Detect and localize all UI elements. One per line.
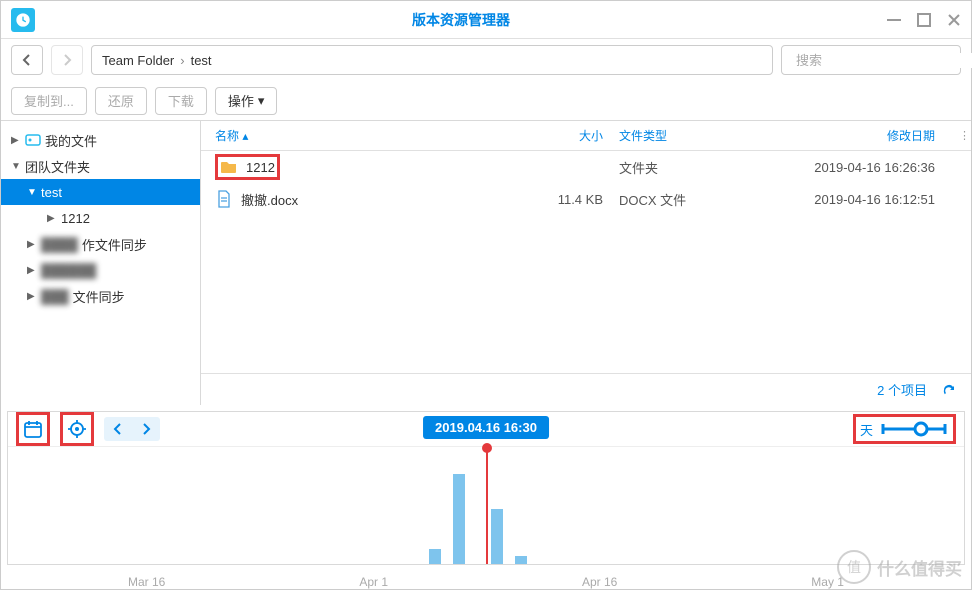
col-name[interactable]: 名称 ▴ — [201, 127, 535, 144]
timeline-current: 2019.04.16 16:30 — [423, 416, 549, 439]
zoom-label: 天 — [860, 420, 873, 439]
crumb-0[interactable]: Team Folder — [102, 53, 174, 68]
col-size[interactable]: 大小 — [535, 127, 611, 144]
tree-team-folder[interactable]: ▼ 团队文件夹 — [1, 153, 200, 179]
copy-to-button[interactable]: 复制到... — [11, 87, 87, 115]
breadcrumb[interactable]: Team Folder › test — [91, 45, 773, 75]
close-button[interactable] — [947, 13, 961, 27]
restore-button[interactable]: 还原 — [95, 87, 147, 115]
refresh-icon[interactable] — [941, 382, 957, 398]
timeline: 2019.04.16 16:30 天 — [7, 411, 965, 565]
search-box[interactable] — [781, 45, 961, 75]
tree-item-test[interactable]: ▼ test — [1, 179, 200, 205]
search-input[interactable] — [796, 53, 972, 68]
calendar-button[interactable] — [21, 417, 45, 441]
tree-my-files[interactable]: ▶ 我的文件 — [1, 127, 200, 153]
crumb-1[interactable]: test — [191, 53, 212, 68]
actions-button[interactable]: 操作▾ — [215, 87, 278, 115]
sidebar: ▶ 我的文件 ▼ 团队文件夹 ▼ test ▶ 1212 ▶ ████作文件同步… — [1, 121, 201, 405]
download-button[interactable]: 下载 — [155, 87, 207, 115]
tree-item-sync-1[interactable]: ▶ ████作文件同步 — [1, 231, 200, 257]
nav-forward-button[interactable] — [51, 45, 83, 75]
nav-back-button[interactable] — [11, 45, 43, 75]
zoom-slider[interactable] — [879, 419, 949, 439]
col-date[interactable]: 修改日期 — [763, 127, 951, 144]
timeline-prev[interactable] — [104, 417, 132, 441]
minimize-button[interactable] — [887, 13, 901, 27]
maximize-button[interactable] — [917, 13, 931, 27]
timeline-marker[interactable] — [486, 447, 488, 564]
table-row[interactable]: 1212 文件夹 2019-04-16 16:26:36 — [201, 151, 971, 183]
tree-item-sync-2[interactable]: ▶ ███文件同步 — [1, 283, 200, 309]
table-row[interactable]: 撤撤.docx 11.4 KB DOCX 文件 2019-04-16 16:12… — [201, 183, 971, 215]
list-header: 名称 ▴ 大小 文件类型 修改日期 ⋮ — [201, 121, 971, 151]
item-count: 2 个项目 — [877, 380, 927, 399]
col-type[interactable]: 文件类型 — [611, 127, 763, 144]
folder-icon — [220, 158, 238, 176]
col-menu[interactable]: ⋮ — [951, 129, 971, 142]
file-icon — [215, 190, 233, 208]
chevron-right-icon: › — [180, 53, 184, 68]
app-icon — [11, 8, 35, 32]
sort-asc-icon: ▴ — [242, 129, 248, 143]
watermark: 值 什么值得买 — [837, 550, 962, 584]
tree-item-1212[interactable]: ▶ 1212 — [1, 205, 200, 231]
tree-item-blur[interactable]: ▶ ██████ — [1, 257, 200, 283]
window-title: 版本资源管理器 — [35, 10, 887, 30]
timeline-next[interactable] — [132, 417, 160, 441]
caret-down-icon: ▾ — [258, 93, 265, 109]
timeline-chart[interactable] — [8, 446, 964, 564]
locate-button[interactable] — [65, 417, 89, 441]
drive-icon — [25, 132, 41, 148]
